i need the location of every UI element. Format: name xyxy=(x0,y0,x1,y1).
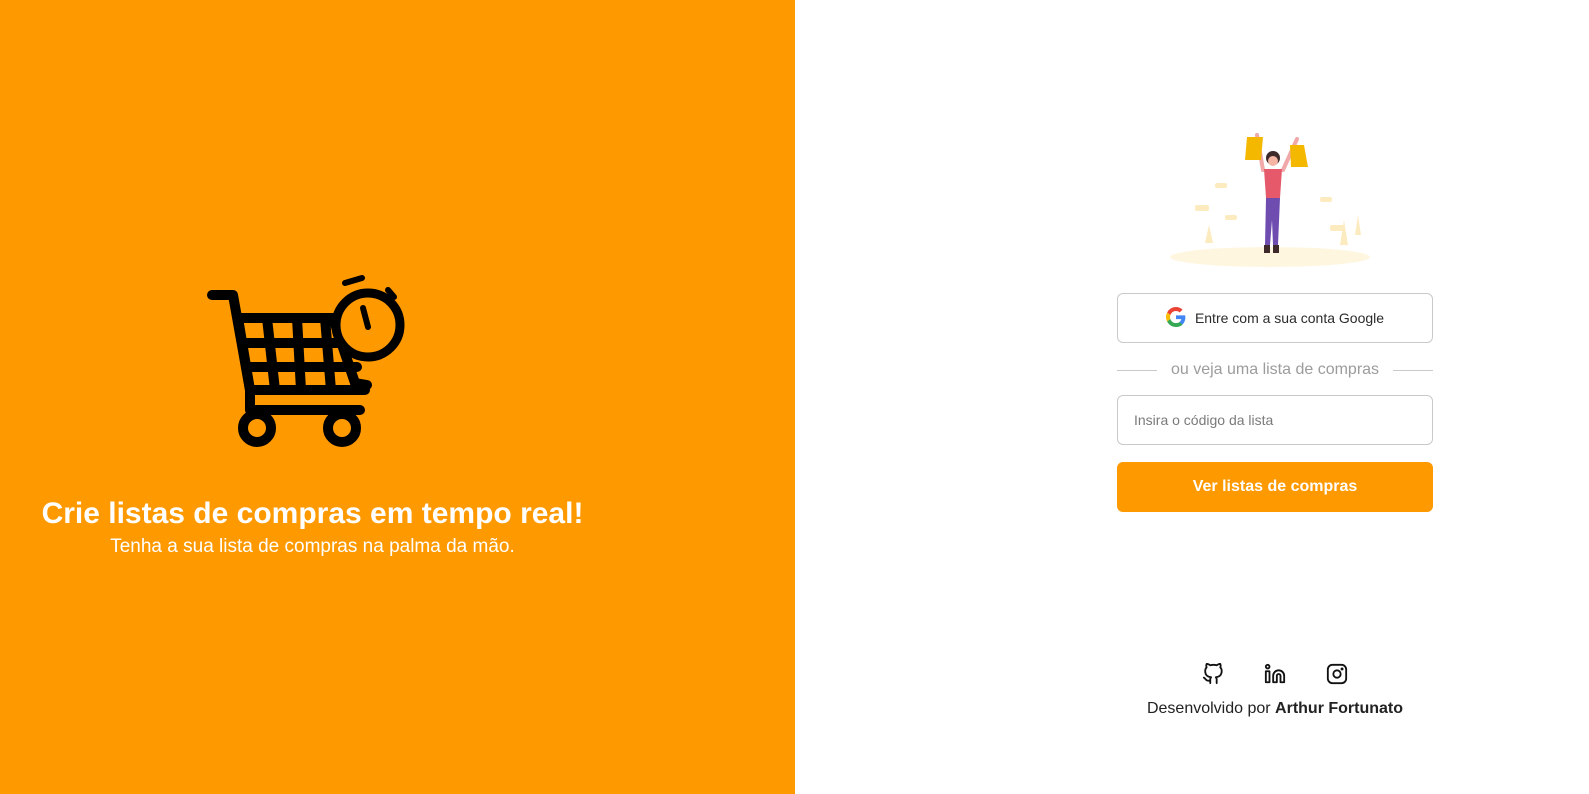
login-panel: Entre com a sua conta Google ou veja uma… xyxy=(795,0,1589,794)
developer-credit: Desenvolvido por Arthur Fortunato xyxy=(1117,700,1433,718)
google-signin-label: Entre com a sua conta Google xyxy=(1194,310,1385,326)
view-lists-button[interactable]: Ver listas de compras xyxy=(1117,462,1433,512)
list-code-input[interactable] xyxy=(1117,395,1433,445)
hero-title: Crie listas de compras em tempo real! xyxy=(41,497,584,530)
hero-subtitle: Tenha a sua lista de compras na palma da… xyxy=(110,536,515,557)
divider-line-right xyxy=(1393,369,1434,371)
instagram-icon[interactable] xyxy=(1324,661,1350,687)
divider-line-left xyxy=(1117,369,1157,371)
social-links xyxy=(1200,661,1350,687)
shopping-cart-timer-icon xyxy=(205,275,410,450)
or-divider: ou veja uma lista de compras xyxy=(1117,359,1434,381)
credit-prefix: Desenvolvido por xyxy=(1146,700,1271,717)
hero-panel: Crie listas de compras em tempo real! Te… xyxy=(0,0,795,794)
google-signin-button[interactable]: Entre com a sua conta Google xyxy=(1117,293,1433,343)
author-name[interactable]: Arthur Fortunato xyxy=(1275,700,1403,717)
linkedin-icon[interactable] xyxy=(1262,661,1288,687)
shopping-woman-illustration xyxy=(1165,125,1375,270)
divider-text: ou veja uma lista de compras xyxy=(1170,361,1380,378)
github-icon[interactable] xyxy=(1200,661,1226,687)
google-icon xyxy=(1165,306,1186,330)
